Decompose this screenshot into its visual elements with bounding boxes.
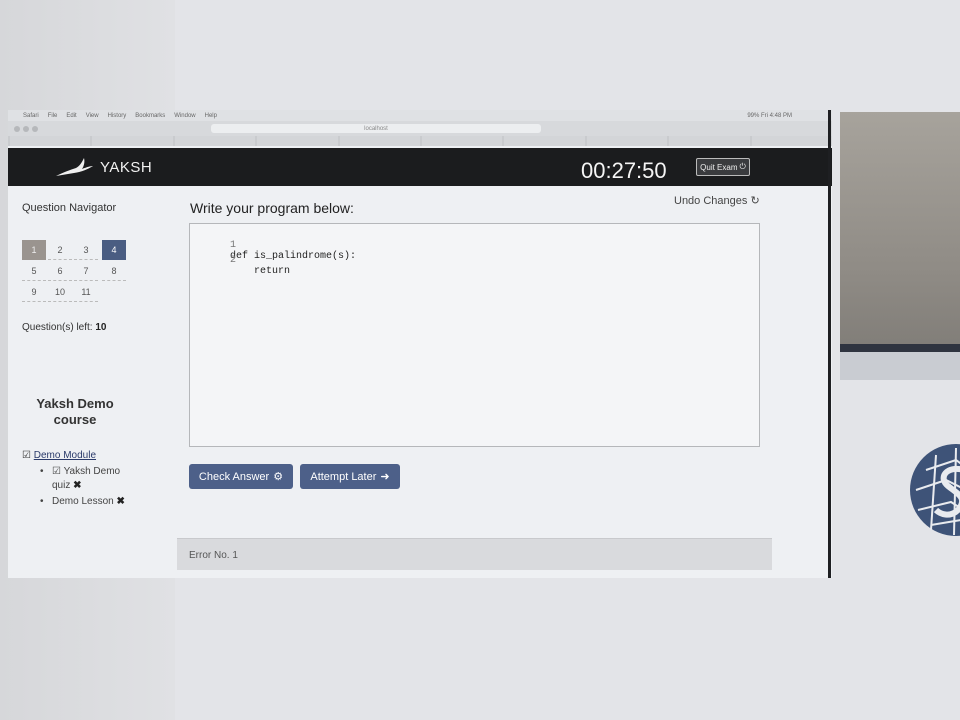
presenter-video-panel xyxy=(840,112,960,380)
list-item: Demo Lesson ✖ xyxy=(40,495,130,509)
browser-tab[interactable] xyxy=(504,136,585,146)
menubar-status: 99% Fri 4:48 PM xyxy=(747,112,792,119)
menu-file[interactable]: File xyxy=(48,113,58,119)
questions-left-value: 10 xyxy=(95,322,107,333)
browser-tab[interactable] xyxy=(751,136,832,146)
undo-changes-button[interactable]: Undo Changes ↻ xyxy=(674,194,760,207)
incomplete-x-icon: ✖ xyxy=(116,496,125,507)
browser-tab[interactable] xyxy=(174,136,256,146)
question-6-button[interactable]: 6 xyxy=(48,261,72,281)
question-navigator-title: Question Navigator xyxy=(22,202,117,214)
question-11-button[interactable]: 11 xyxy=(74,282,98,302)
checkbox-edit-icon: ☑ xyxy=(22,450,31,461)
checkbox-edit-icon: ☑ xyxy=(52,466,61,477)
attempt-later-button[interactable]: Attempt Later ➜ xyxy=(300,464,400,489)
menu-view[interactable]: View xyxy=(86,113,99,119)
refresh-icon: ↻ xyxy=(750,195,760,207)
menu-safari[interactable]: Safari xyxy=(23,113,39,119)
projected-screen: Safari File Edit View History Bookmarks … xyxy=(8,110,832,578)
zoom-window-icon[interactable] xyxy=(32,125,38,132)
browser-tab[interactable] xyxy=(257,136,338,146)
close-window-icon[interactable] xyxy=(14,125,20,132)
question-9-button[interactable]: 9 xyxy=(22,282,46,302)
list-item: ☑ Yaksh Demo quiz ✖ xyxy=(40,465,130,493)
brand-name: YAKSH xyxy=(100,159,153,176)
menu-window[interactable]: Window xyxy=(174,113,195,119)
module-entry: ☑ Demo Module xyxy=(22,450,96,461)
menu-help[interactable]: Help xyxy=(205,113,217,119)
browser-tab[interactable] xyxy=(422,136,503,146)
yaksh-demo-quiz-link[interactable]: Yaksh Demo quiz xyxy=(52,466,120,491)
question-10-button[interactable]: 10 xyxy=(48,282,72,302)
check-answer-button[interactable]: Check Answer ⚙ xyxy=(189,464,293,489)
question-3-button[interactable]: 3 xyxy=(74,240,98,260)
menu-history[interactable]: History xyxy=(108,113,127,119)
question-4-button[interactable]: 4 xyxy=(102,240,126,260)
question-5-button[interactable]: 5 xyxy=(22,261,46,281)
demo-module-link[interactable]: Demo Module xyxy=(34,450,96,461)
menu-edit[interactable]: Edit xyxy=(66,113,76,119)
attempt-later-label: Attempt Later xyxy=(310,470,377,483)
quit-exam-label: Quit Exam xyxy=(700,162,738,172)
browser-tab[interactable] xyxy=(339,136,421,146)
demo-lesson-link[interactable]: Demo Lesson xyxy=(52,496,114,507)
mac-menubar: Safari File Edit View History Bookmarks … xyxy=(8,110,832,121)
question-2-button[interactable]: 2 xyxy=(48,240,72,260)
browser-tab[interactable] xyxy=(10,136,91,146)
quit-exam-button[interactable]: Quit Exam ⏻ xyxy=(696,158,750,176)
app-header: YAKSH 00:27:50 Quit Exam ⏻ xyxy=(8,148,832,186)
code-editor[interactable]: 1 def is_palindrome(s): 2 return xyxy=(189,223,760,447)
address-text: localhost xyxy=(364,125,388,132)
browser-tab[interactable] xyxy=(669,136,750,146)
arrow-right-icon: ➜ xyxy=(380,471,390,483)
line-number: 2 xyxy=(230,255,237,266)
minimize-window-icon[interactable] xyxy=(23,125,29,132)
institute-logo-icon xyxy=(910,444,960,536)
screen-edge xyxy=(828,110,831,578)
write-program-heading: Write your program below: xyxy=(190,200,354,216)
questions-left-label: Question(s) left: xyxy=(22,322,93,333)
questions-left: Question(s) left: 10 xyxy=(22,322,107,333)
incomplete-x-icon: ✖ xyxy=(73,480,82,491)
question-7-button[interactable]: 7 xyxy=(74,261,98,281)
question-8-button[interactable]: 8 xyxy=(102,261,126,281)
yaksh-bird-logo-icon xyxy=(56,158,93,176)
error-text: Error No. 1 xyxy=(189,550,238,561)
desk-edge xyxy=(840,344,960,352)
check-answer-label: Check Answer xyxy=(198,470,270,483)
lesson-list: ☑ Yaksh Demo quiz ✖ Demo Lesson ✖ xyxy=(40,465,130,511)
gear-icon: ⚙ xyxy=(273,471,284,483)
power-icon: ⏻ xyxy=(739,162,746,171)
wall-base xyxy=(840,352,960,380)
undo-changes-label: Undo Changes xyxy=(674,195,748,207)
menu-bookmarks[interactable]: Bookmarks xyxy=(135,113,165,119)
course-title: Yaksh Demo course xyxy=(36,396,114,427)
exam-timer: 00:27:50 xyxy=(581,158,667,183)
error-panel: Error No. 1 xyxy=(177,538,772,570)
browser-tab-strip xyxy=(8,136,832,146)
browser-toolbar: localhost xyxy=(8,121,832,136)
browser-tab[interactable] xyxy=(92,136,173,146)
browser-tab[interactable] xyxy=(586,136,668,146)
address-bar[interactable]: localhost xyxy=(211,124,541,133)
code-line: 2 return xyxy=(194,244,290,288)
question-1-button[interactable]: 1 xyxy=(22,240,46,260)
code-text: return xyxy=(230,266,291,277)
